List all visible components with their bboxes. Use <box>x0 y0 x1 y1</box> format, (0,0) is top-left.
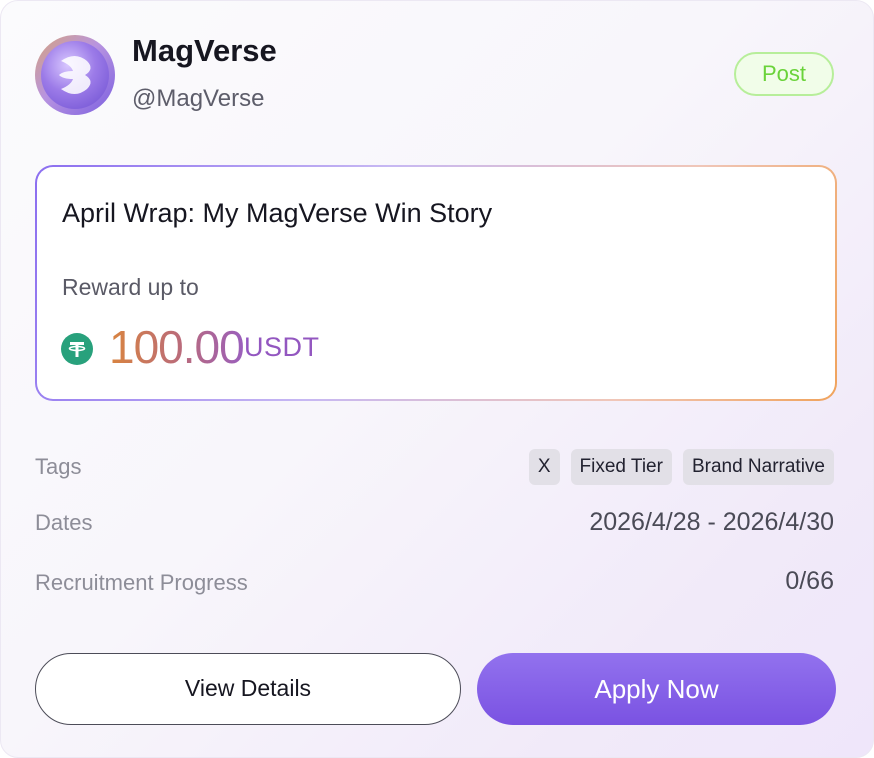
avatar <box>35 35 115 115</box>
tag-x: X <box>528 449 560 485</box>
task-box: April Wrap: My MagVerse Win Story Reward… <box>35 165 837 401</box>
brand-handle: @MagVerse <box>132 85 265 112</box>
tag-list: X Fixed Tier Brand Narrative <box>528 449 834 485</box>
apply-now-button[interactable]: Apply Now <box>477 653 836 725</box>
dates-label: Dates <box>35 510 93 535</box>
tags-label: Tags <box>35 454 82 479</box>
magverse-logo-mark-icon <box>59 56 91 94</box>
task-title: April Wrap: My MagVerse Win Story <box>62 198 493 228</box>
tether-icon <box>61 333 93 365</box>
tag-brand-narrative: Brand Narrative <box>682 449 834 485</box>
reward-unit: USDT <box>244 332 320 362</box>
campaign-card: MagVerse @MagVerse Post April Wrap: My M… <box>0 0 874 758</box>
reward-amount: 100.00 <box>109 321 245 373</box>
progress-value: 0/66 <box>785 567 834 595</box>
reward-label: Reward up to <box>62 274 199 300</box>
brand-name: MagVerse <box>132 33 277 68</box>
post-badge: Post <box>734 52 834 96</box>
view-details-button[interactable]: View Details <box>35 653 461 725</box>
progress-label: Recruitment Progress <box>35 570 248 595</box>
tag-fixed-tier: Fixed Tier <box>570 449 672 485</box>
dates-value: 2026/4/28 - 2026/4/30 <box>589 508 834 536</box>
